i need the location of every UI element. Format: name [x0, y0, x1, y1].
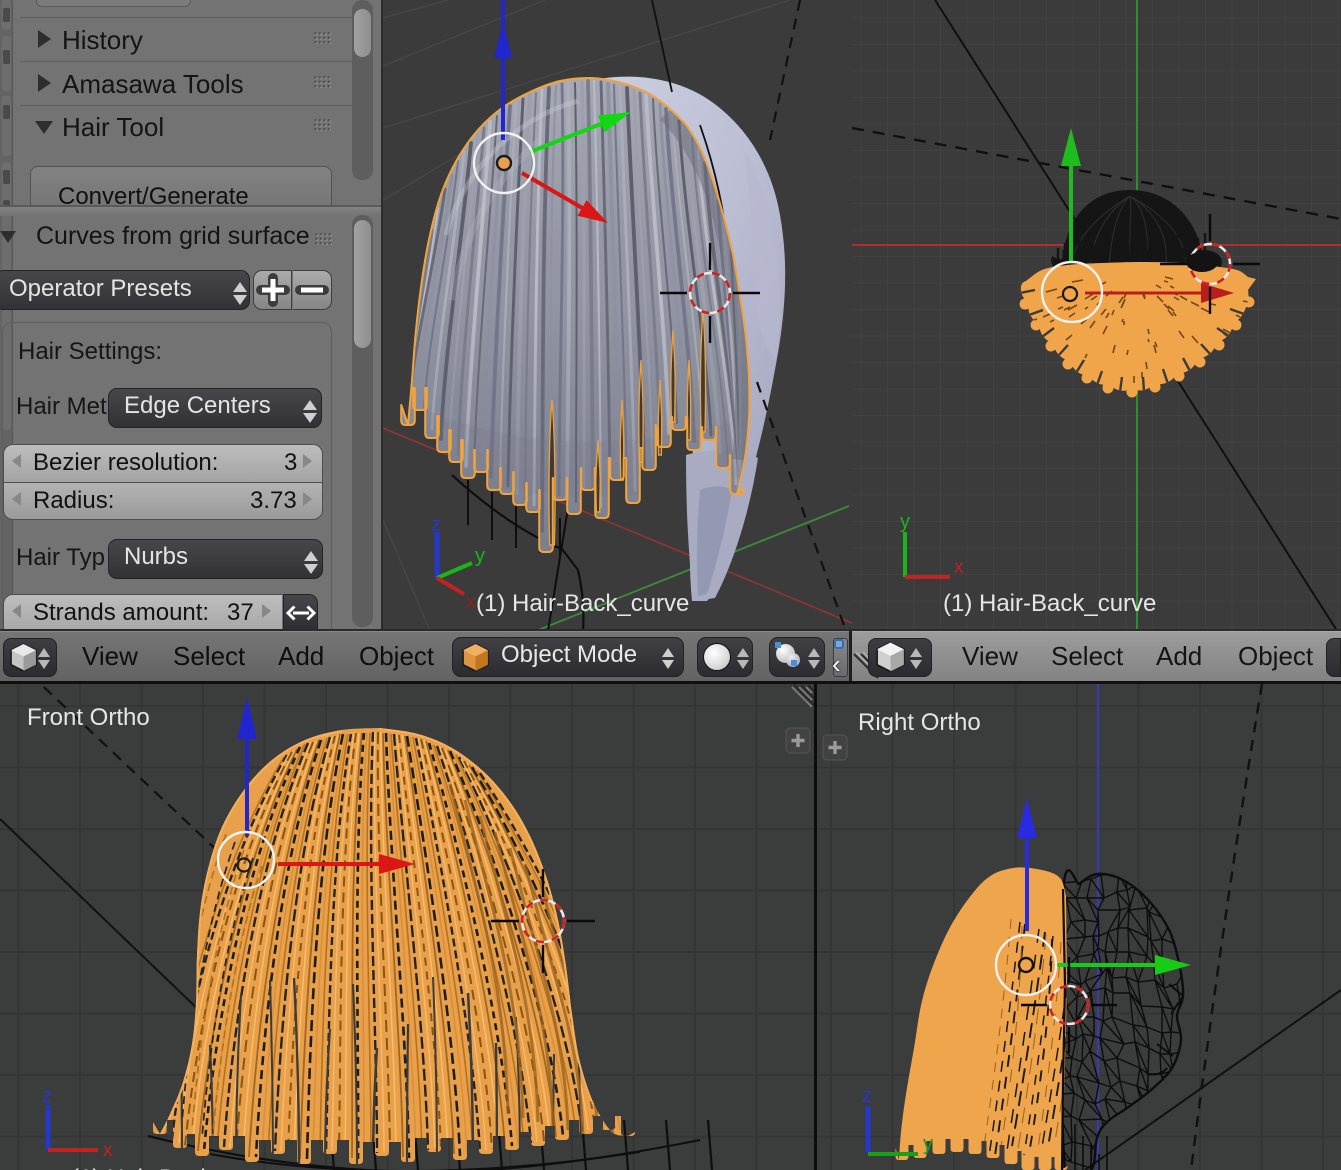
svg-text:x: x: [103, 1140, 113, 1161]
svg-text:z: z: [42, 1085, 52, 1107]
svg-text:y: y: [475, 545, 485, 567]
svg-text:x: x: [954, 557, 964, 578]
svg-text:y: y: [900, 511, 910, 533]
svg-text:z: z: [431, 514, 441, 536]
svg-text:y: y: [923, 1133, 933, 1155]
svg-text:(1) Hair-Back_curve: (1) Hair-Back_curve: [476, 590, 689, 617]
svg-text:Right Ortho: Right Ortho: [858, 709, 981, 736]
svg-text:(1) Hair-Back_curve: (1) Hair-Back_curve: [71, 1165, 284, 1170]
svg-text:z: z: [862, 1085, 872, 1107]
svg-text:Front Ortho: Front Ortho: [27, 704, 150, 731]
svg-text:x: x: [466, 592, 476, 613]
svg-text:(1) Hair-Back_curve: (1) Hair-Back_curve: [943, 590, 1156, 617]
